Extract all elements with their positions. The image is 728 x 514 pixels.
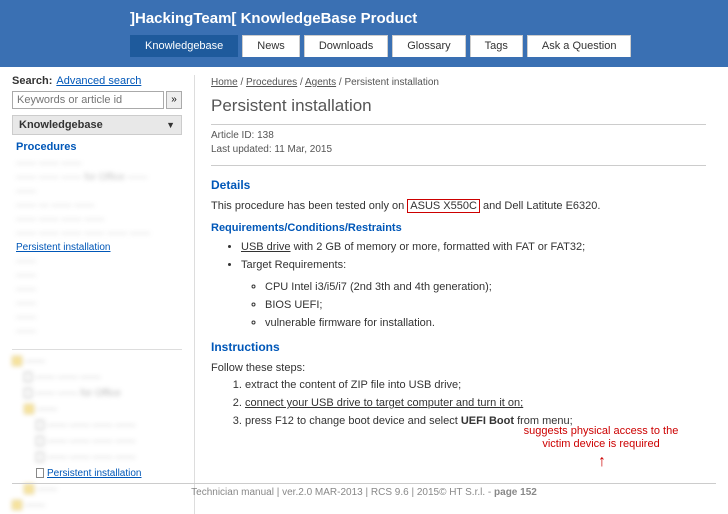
instructions-intro: Follow these steps: [211, 360, 706, 376]
file-icon [24, 372, 32, 382]
folder-icon [12, 356, 22, 366]
list-item[interactable]: —— [16, 297, 178, 311]
text: with 2 GB of memory or more, formatted w… [291, 241, 586, 253]
article-id: Article ID: 138 [211, 129, 706, 143]
chevron-down-icon: ▼ [166, 120, 175, 130]
breadcrumb-home[interactable]: Home [211, 77, 238, 88]
list-item: USB drive with 2 GB of memory or more, f… [241, 238, 706, 256]
article-updated: Last updated: 11 Mar, 2015 [211, 143, 706, 157]
step-2-text: connect your USB drive to target compute… [245, 397, 523, 409]
file-icon [36, 452, 44, 462]
text: press F12 to change boot device and sele… [245, 415, 461, 427]
list-item[interactable]: —— [16, 185, 178, 199]
step-1: extract the content of ZIP file into USB… [245, 376, 706, 394]
breadcrumb-current: Persistent installation [344, 77, 439, 88]
list-item: CPU Intel i3/i5/i7 (2nd 3th and 4th gene… [265, 278, 706, 296]
tab-tags[interactable]: Tags [470, 35, 523, 57]
list-item[interactable]: —— [16, 325, 178, 339]
tree-node[interactable]: —— —— for Office [12, 386, 182, 402]
tab-knowledgebase[interactable]: Knowledgebase [130, 35, 238, 57]
main-content: Home / Procedures / Agents / Persistent … [207, 75, 716, 514]
footer-text: Technician manual | ver.2.0 MAR-2013 | R… [191, 487, 494, 498]
instructions-heading: Instructions [211, 332, 706, 360]
usb-drive-link[interactable]: USB drive [241, 241, 291, 253]
step-2: connect your USB drive to target compute… [245, 394, 706, 412]
requirements-heading: Requirements/Conditions/Restraints [211, 214, 706, 238]
list-item[interactable]: —— [16, 255, 178, 269]
breadcrumb-agents[interactable]: Agents [305, 77, 336, 88]
highlighted-model: ASUS X550C [407, 199, 480, 213]
breadcrumb-procedures[interactable]: Procedures [246, 77, 297, 88]
advanced-search-link[interactable]: Advanced search [56, 75, 141, 87]
details-paragraph: This procedure has been tested only on A… [211, 198, 706, 214]
sub-requirements-list: CPU Intel i3/i5/i7 (2nd 3th and 4th gene… [241, 274, 706, 332]
list-item[interactable]: —— —— —— for Office —— [16, 171, 178, 185]
horizontal-rule [211, 165, 706, 166]
kb-header-label: Knowledgebase [19, 119, 103, 131]
site-title: ]HackingTeam[ KnowledgeBase Product [0, 10, 728, 35]
tree-node-persistent[interactable]: Persistent installation [12, 466, 182, 482]
list-item: Target Requirements: CPU Intel i3/i5/i7 … [241, 256, 706, 332]
tab-news[interactable]: News [242, 35, 300, 57]
article-meta: Article ID: 138 Last updated: 11 Mar, 20… [211, 129, 706, 163]
breadcrumb: Home / Procedures / Agents / Persistent … [211, 77, 706, 96]
annotation-arrow-icon: ↑ [598, 453, 606, 471]
header-bar: ]HackingTeam[ KnowledgeBase Product Know… [0, 0, 728, 67]
file-icon [24, 388, 32, 398]
annotation-line2: victim device is required [542, 438, 659, 450]
list-item: vulnerable firmware for installation. [265, 314, 706, 332]
list-item[interactable]: —— [16, 283, 178, 297]
footer: Technician manual | ver.2.0 MAR-2013 | R… [12, 483, 716, 501]
annotation-callout: suggests physical access to the victim d… [506, 425, 696, 451]
file-icon [36, 436, 44, 446]
list-item[interactable]: —— —— —— —— [16, 213, 178, 227]
tab-glossary[interactable]: Glossary [392, 35, 465, 57]
sidebar: Search: Advanced search » Knowledgebase … [12, 75, 182, 514]
file-icon [36, 420, 44, 430]
tree-node[interactable]: —— —— —— [12, 370, 182, 386]
list-item: BIOS UEFI; [265, 296, 706, 314]
horizontal-rule [211, 124, 706, 125]
procedures-list-top: —— —— —— —— —— —— for Office —— —— —— — … [12, 155, 182, 341]
list-item[interactable]: —— [16, 311, 178, 325]
tree-node[interactable]: —— [12, 402, 182, 418]
list-item[interactable]: —— —— —— [16, 157, 178, 171]
list-item[interactable]: —— [16, 269, 178, 283]
instructions-list: extract the content of ZIP file into USB… [211, 376, 706, 430]
tree-node[interactable]: —— [12, 354, 182, 370]
folder-icon [12, 500, 22, 510]
annotation-line1: suggests physical access to the [524, 425, 679, 437]
procedures-header[interactable]: Procedures [12, 135, 182, 155]
file-icon [36, 468, 44, 478]
search-button[interactable]: » [166, 91, 182, 109]
page-title: Persistent installation [211, 96, 706, 122]
tree-node[interactable]: —— —— —— —— [12, 450, 182, 466]
folder-icon [24, 404, 34, 414]
tab-downloads[interactable]: Downloads [304, 35, 388, 57]
list-item-persistent[interactable]: Persistent installation [16, 241, 178, 255]
tab-ask[interactable]: Ask a Question [527, 35, 632, 57]
tree-node[interactable]: —— —— —— —— [12, 434, 182, 450]
list-item[interactable]: —— —— —— —— —— —— [16, 227, 178, 241]
details-heading: Details [211, 170, 706, 198]
search-label: Search: [12, 75, 52, 87]
text: This procedure has been tested only on [211, 200, 407, 212]
list-item[interactable]: —— — —— —— [16, 199, 178, 213]
tab-row: Knowledgebase News Downloads Glossary Ta… [0, 35, 728, 62]
footer-page: page 152 [494, 487, 537, 498]
text: and Dell Latitute E6320. [480, 200, 600, 212]
text: Target Requirements: [241, 259, 346, 271]
kb-panel-header[interactable]: Knowledgebase ▼ [12, 115, 182, 135]
vertical-divider [194, 75, 195, 514]
tree-node[interactable]: —— —— —— —— [12, 418, 182, 434]
search-input[interactable] [12, 91, 164, 109]
requirements-list: USB drive with 2 GB of memory or more, f… [211, 238, 706, 332]
